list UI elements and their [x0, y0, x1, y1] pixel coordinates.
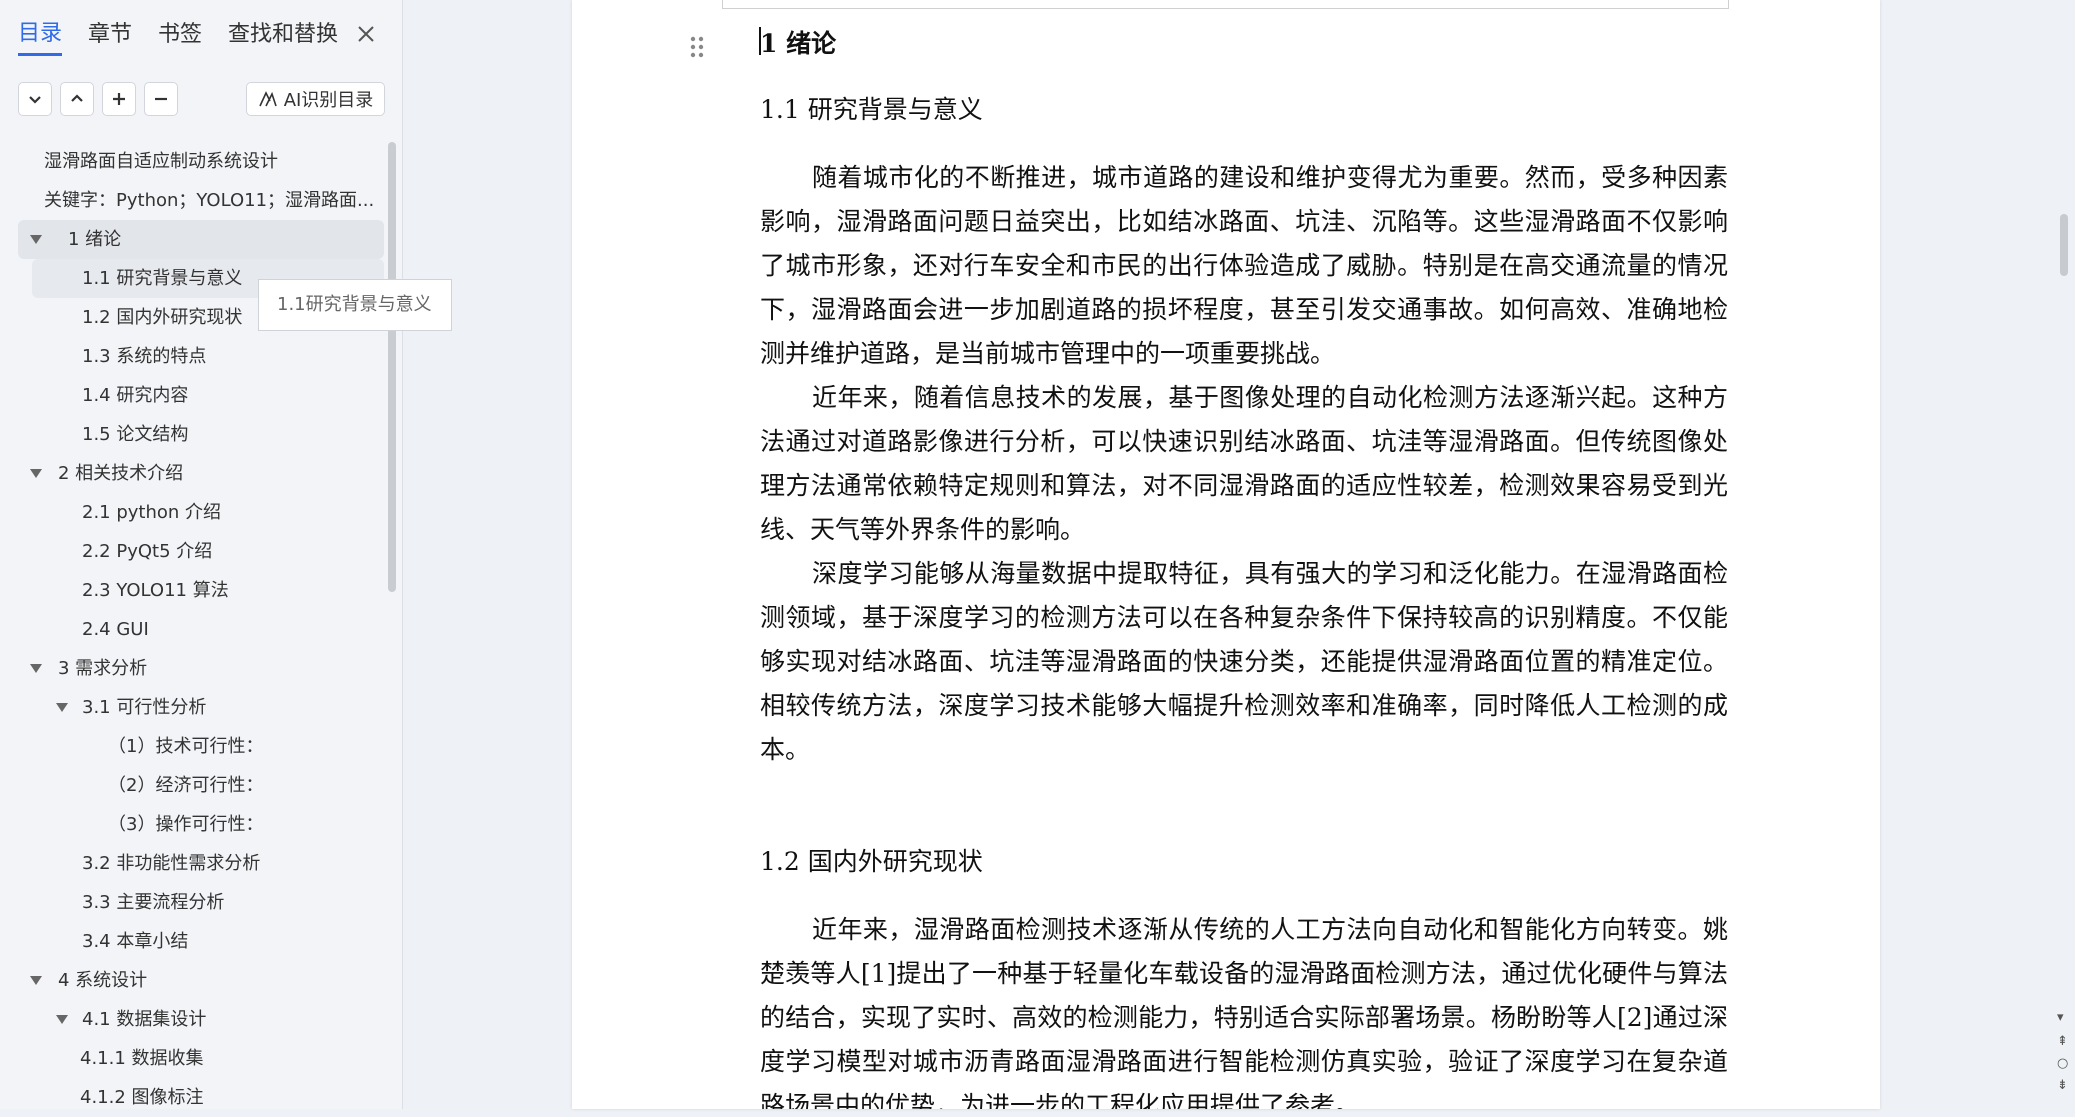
toc-item-label: 1.5 论文结构 — [82, 424, 189, 445]
page-up-icon[interactable]: ⇞ — [2057, 1034, 2068, 1049]
remove-heading-button[interactable] — [144, 82, 178, 116]
toc-item-label: 2.3 YOLO11 算法 — [82, 580, 229, 601]
toc-item[interactable]: 2.3 YOLO11 算法 — [18, 571, 384, 610]
toc-item-label: （1）技术可行性： — [108, 736, 264, 757]
paragraph-2[interactable]: 近年来，随着信息技术的发展，基于图像处理的自动化检测方法逐渐兴起。这种方法通过对… — [760, 376, 1728, 552]
toc-item-label: （2）经济可行性： — [108, 775, 264, 796]
tab-chapters[interactable]: 章节 — [88, 16, 132, 54]
toc-item[interactable]: 1.3 系统的特点 — [18, 337, 384, 376]
plus-icon — [113, 93, 125, 105]
heading-chapter-1[interactable]: 1 绪论 — [760, 24, 836, 60]
paragraph-4[interactable]: 近年来，湿滑路面检测技术逐渐从传统的人工方法向自动化和智能化方向转变。姚楚羡等人… — [760, 908, 1728, 1109]
toc-item[interactable]: （2）经济可行性： — [18, 766, 384, 805]
toc-item-label: 4.1.1 数据收集 — [80, 1048, 204, 1069]
toc-item-label: 2 相关技术介绍 — [58, 463, 184, 484]
nav-scrollbar[interactable] — [388, 142, 396, 592]
toc-item[interactable]: 4.1.1 数据收集 — [18, 1039, 384, 1078]
toc-item[interactable]: 3 需求分析 — [18, 649, 384, 688]
heading-1-2[interactable]: 1.2 国内外研究现状 — [760, 842, 983, 878]
toc-item-label: （3）操作可行性： — [108, 814, 264, 835]
chevron-up-icon — [71, 94, 83, 102]
minus-icon — [155, 97, 167, 101]
heading-1-1[interactable]: 1.1 研究背景与意义 — [760, 90, 983, 126]
toc-item[interactable]: 2.1 python 介绍 — [18, 493, 384, 532]
document-scrollbar[interactable]: ▾ ⇞ ○ ⇟ — [2052, 0, 2075, 1109]
toc-item[interactable]: 1 绪论 — [18, 220, 384, 259]
tab-find-replace[interactable]: 查找和替换 — [228, 16, 338, 54]
navigation-panel: 目录 章节 书签 查找和替换 AI识别目录 湿滑路面自适应制动系统设计关键字：P… — [0, 0, 403, 1109]
toc-item-label: 1.2 国内外研究现状 — [82, 307, 243, 328]
drag-handle-icon[interactable] — [690, 36, 704, 62]
toc-item[interactable]: 湿滑路面自适应制动系统设计 — [18, 142, 384, 181]
scrollbar-thumb[interactable] — [2060, 214, 2068, 276]
add-heading-button[interactable] — [102, 82, 136, 116]
ai-button-label: AI识别目录 — [283, 90, 374, 111]
toc-item-label: 湿滑路面自适应制动系统设计 — [44, 151, 278, 172]
toc-item[interactable]: 3.1 可行性分析 — [18, 688, 384, 727]
toc-item[interactable]: 4.1 数据集设计 — [18, 1000, 384, 1039]
toc-item-label: 4.1 数据集设计 — [82, 1009, 207, 1030]
toc-tooltip: 1.1研究背景与意义 — [258, 279, 452, 331]
toc-item-label: 3.2 非功能性需求分析 — [82, 853, 261, 874]
close-icon[interactable] — [354, 22, 378, 46]
toc-item-label: 3.4 本章小结 — [82, 931, 189, 952]
toc-item-label: 3.1 可行性分析 — [82, 697, 207, 718]
toc-item[interactable]: 2.2 PyQt5 介绍 — [18, 532, 384, 571]
toc-item-label: 1.1 研究背景与意义 — [82, 268, 243, 289]
toc-item-label: 2.4 GUI — [82, 619, 149, 640]
toc-item-label: 1.3 系统的特点 — [82, 346, 207, 367]
expand-arrow-icon[interactable] — [30, 235, 42, 244]
toc-item-label: 2.1 python 介绍 — [82, 502, 222, 523]
toc-item[interactable]: 3.2 非功能性需求分析 — [18, 844, 384, 883]
toc-item[interactable]: 关键字：Python；YOLO11；湿滑路面... — [18, 181, 384, 220]
ai-recognize-toc-button[interactable]: AI识别目录 — [246, 82, 385, 116]
nav-tabs: 目录 章节 书签 查找和替换 — [18, 16, 364, 56]
chevron-down-icon — [29, 96, 41, 104]
toc-item-label: 3.3 主要流程分析 — [82, 892, 225, 913]
toc-item[interactable]: 3.3 主要流程分析 — [18, 883, 384, 922]
paragraph-3[interactable]: 深度学习能够从海量数据中提取特征，具有强大的学习和泛化能力。在湿滑路面检测领域，… — [760, 552, 1728, 772]
toc-item[interactable]: （1）技术可行性： — [18, 727, 384, 766]
toc-item[interactable]: （3）操作可行性： — [18, 805, 384, 844]
toc-toolbar — [18, 82, 186, 116]
expand-down-button[interactable] — [18, 82, 52, 116]
expand-arrow-icon[interactable] — [56, 1015, 68, 1024]
paragraph-1[interactable]: 随着城市化的不断推进，城市道路的建设和维护变得尤为重要。然而，受多种因素影响，湿… — [760, 156, 1728, 376]
expand-arrow-icon[interactable] — [30, 664, 42, 673]
select-object-icon[interactable]: ○ — [2057, 1056, 2068, 1071]
toc-item[interactable]: 2 相关技术介绍 — [18, 454, 384, 493]
toc-item-label: 2.2 PyQt5 介绍 — [82, 541, 213, 562]
toc-item-label: 4.1.2 图像标注 — [80, 1087, 204, 1108]
toc-item[interactable]: 1.5 论文结构 — [18, 415, 384, 454]
previous-content-box — [722, 0, 1729, 9]
document-page[interactable]: 1 绪论 1.1 研究背景与意义 随着城市化的不断推进，城市道路的建设和维护变得… — [572, 0, 1880, 1109]
toc-item[interactable]: 1.4 研究内容 — [18, 376, 384, 415]
expand-arrow-icon[interactable] — [30, 976, 42, 985]
ai-icon — [258, 91, 277, 107]
tab-toc[interactable]: 目录 — [18, 15, 63, 56]
collapse-up-button[interactable] — [60, 82, 94, 116]
toc-item[interactable]: 3.4 本章小结 — [18, 922, 384, 961]
toc-item-label: 关键字：Python；YOLO11；湿滑路面... — [44, 190, 375, 211]
scroll-down-icon[interactable]: ▾ — [2057, 1010, 2064, 1025]
toc-item[interactable]: 2.4 GUI — [18, 610, 384, 649]
toc-item[interactable]: 4.1.2 图像标注 — [18, 1078, 384, 1117]
toc-item[interactable]: 4 系统设计 — [18, 961, 384, 1000]
toc-item-label: 1.4 研究内容 — [82, 385, 189, 406]
page-down-icon[interactable]: ⇟ — [2057, 1078, 2068, 1093]
tab-bookmarks[interactable]: 书签 — [158, 16, 202, 54]
expand-arrow-icon[interactable] — [30, 469, 42, 478]
expand-arrow-icon[interactable] — [56, 703, 68, 712]
